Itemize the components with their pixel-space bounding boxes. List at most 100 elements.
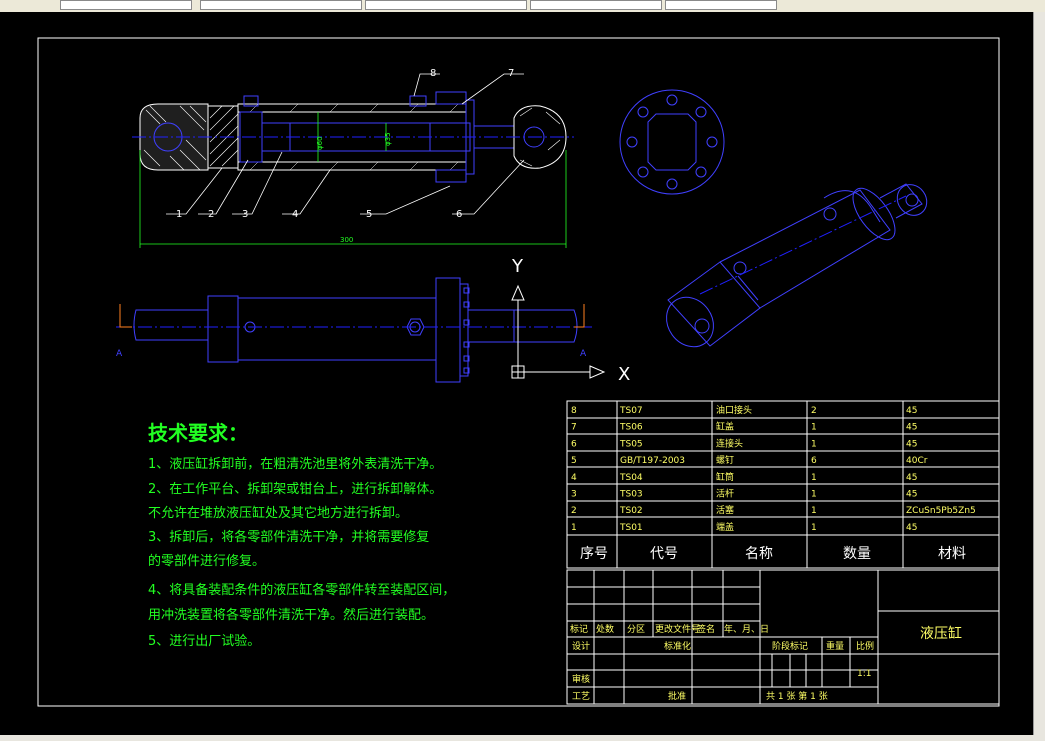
parts-cell: TS05 [619, 439, 643, 449]
tb-label-signature: 签名 [697, 623, 715, 635]
callout-3: 3 [242, 209, 248, 220]
parts-cell: TS04 [619, 473, 643, 483]
tech-line: 5、进行出厂试验。 [148, 633, 260, 649]
parts-cell: 1 [811, 423, 817, 433]
parts-cell: 活杆 [716, 488, 734, 500]
parts-cell: 1 [811, 506, 817, 516]
header-index: 序号 [580, 546, 608, 562]
callout-5: 5 [366, 209, 372, 220]
section-mark-right: A [580, 349, 587, 359]
layer-dropdown[interactable] [60, 0, 192, 10]
parts-cell: GB/T197-2003 [620, 456, 685, 466]
technical-requirements: 技术要求： 1、液压缸拆卸前，在粗清洗池里将外表清洗干净。 2、在工作平台、拆卸… [148, 421, 455, 649]
tech-line: 用冲洗装置将各零部件清洗干净。然后进行装配。 [148, 607, 434, 623]
parts-cell: 2 [811, 406, 817, 416]
dimension-total-length: 300 [340, 236, 353, 244]
parts-cell: 45 [906, 473, 917, 483]
title-block: 标记 处数 分区 更改文件号 签名 年、月、日 设计 标准化 阶段标记 重量 比… [566, 569, 1000, 705]
tb-label-change-doc: 更改文件号 [655, 623, 700, 635]
tech-line: 2、在工作平台、拆卸架或钳台上，进行拆卸解体。 [148, 481, 442, 497]
dimension-rod: φ35 [384, 132, 392, 146]
tb-stage-mark: 阶段标记 [772, 640, 808, 652]
tech-line: 4、将具备装配条件的液压缸各零部件转至装配区间， [148, 582, 455, 598]
tb-process: 工艺 [572, 691, 590, 702]
vertical-scrollbar[interactable] [1033, 12, 1045, 741]
parts-cell: TS02 [619, 506, 643, 516]
parts-cell: 端盖 [716, 521, 734, 533]
tech-line: 1、液压缸拆卸前，在粗清洗池里将外表清洗干净。 [148, 456, 442, 472]
ucs-icon [511, 284, 606, 379]
callout-1: 1 [176, 209, 182, 220]
ucs-x-label: X [618, 364, 630, 385]
tb-label-date: 年、月、日 [724, 623, 769, 635]
parts-cell: 1 [811, 439, 817, 449]
parts-cell: 40Cr [906, 456, 928, 466]
parts-cell: TS07 [619, 406, 643, 416]
color-dropdown[interactable] [530, 0, 662, 10]
cad-application-window: 1 2 3 4 5 6 7 8 300 φ60 φ35 A A Y X 技术要求… [0, 0, 1045, 741]
parts-cell: 45 [906, 423, 917, 433]
flange-end-view [619, 89, 725, 195]
parts-cell: 45 [906, 490, 917, 500]
lineweight-dropdown[interactable] [365, 0, 527, 10]
tb-approve: 批准 [668, 690, 686, 702]
parts-cell: 6 [811, 456, 817, 466]
header-name: 名称 [745, 546, 773, 562]
tb-scale-value: 1:1 [857, 669, 871, 679]
header-material: 材料 [938, 546, 966, 562]
ucs-y-label: Y [511, 256, 524, 277]
parts-cell: 螺钉 [716, 455, 734, 466]
parts-cell: 连接头 [716, 437, 743, 449]
horizontal-scrollbar[interactable] [0, 735, 1034, 741]
parts-cell: 7 [571, 423, 577, 433]
parts-cell: TS06 [619, 423, 643, 433]
tech-heading: 技术要求： [148, 421, 248, 445]
parts-cell: 1 [571, 523, 577, 533]
tb-standardization: 标准化 [664, 640, 691, 652]
callout-7: 7 [508, 68, 514, 79]
tb-weight: 重量 [826, 640, 844, 652]
callout-4: 4 [292, 209, 298, 220]
parts-cell: 3 [571, 490, 577, 500]
tb-sheet-count: 共 1 张 第 1 张 [766, 690, 828, 702]
tech-line: 不允许在堆放液压缸处及其它地方进行拆卸。 [148, 505, 408, 521]
tech-line: 3、拆卸后，将各零部件清洗干净，并将需要修复 [148, 529, 429, 545]
linetype-dropdown[interactable] [200, 0, 362, 10]
callout-8: 8 [430, 68, 436, 79]
parts-cell: TS03 [619, 490, 643, 500]
parts-cell: 6 [571, 439, 577, 449]
parts-cell: TS01 [619, 523, 643, 533]
parts-cell: 45 [906, 406, 917, 416]
parts-cell: 45 [906, 523, 917, 533]
plotstyle-dropdown[interactable] [665, 0, 777, 10]
tb-label-count: 处数 [596, 623, 614, 635]
parts-cell: 活塞 [716, 504, 734, 516]
parts-cell: 5 [571, 456, 577, 466]
parts-cell: 1 [811, 490, 817, 500]
parts-cell: 缸筒 [716, 471, 734, 483]
parts-cell: ZCuSn5Pb5Zn5 [906, 506, 976, 516]
parts-rows: 8 TS07 油口接头 2 45 7 TS06 缸盖 1 45 6 TS05 连接头 1 45 5 GB/T19… [571, 404, 976, 533]
header-qty: 数量 [843, 546, 871, 562]
tech-line: 的零部件进行修复。 [148, 553, 265, 569]
header-code: 代号 [650, 546, 678, 562]
parts-cell: 1 [811, 473, 817, 483]
parts-cell: 4 [571, 473, 577, 483]
callout-2: 2 [208, 209, 214, 220]
parts-cell: 油口接头 [716, 404, 752, 416]
tb-label-mark: 标记 [570, 623, 588, 635]
drawing-sheet: 1 2 3 4 5 6 7 8 300 φ60 φ35 A A Y X 技术要求… [37, 37, 1000, 707]
drawing-canvas[interactable]: 1 2 3 4 5 6 7 8 300 φ60 φ35 A A Y X 技术要求… [0, 12, 1034, 735]
parts-list-table: 8 TS07 油口接头 2 45 7 TS06 缸盖 1 45 6 TS05 连接头 1 45 5 GB/T19… [566, 400, 1000, 569]
tb-drawing-name: 液压缸 [920, 625, 962, 642]
section-mark-left: A [116, 349, 123, 359]
parts-cell: 缸盖 [716, 421, 734, 433]
tb-scale: 比例 [856, 640, 874, 652]
parts-cell: 8 [571, 406, 577, 416]
parts-cell: 2 [571, 506, 577, 516]
parts-cell: 45 [906, 439, 917, 449]
tb-label-zone: 分区 [627, 624, 645, 635]
callout-6: 6 [456, 209, 462, 220]
isometric-view [666, 183, 928, 348]
dimension-bore: φ60 [316, 136, 324, 150]
